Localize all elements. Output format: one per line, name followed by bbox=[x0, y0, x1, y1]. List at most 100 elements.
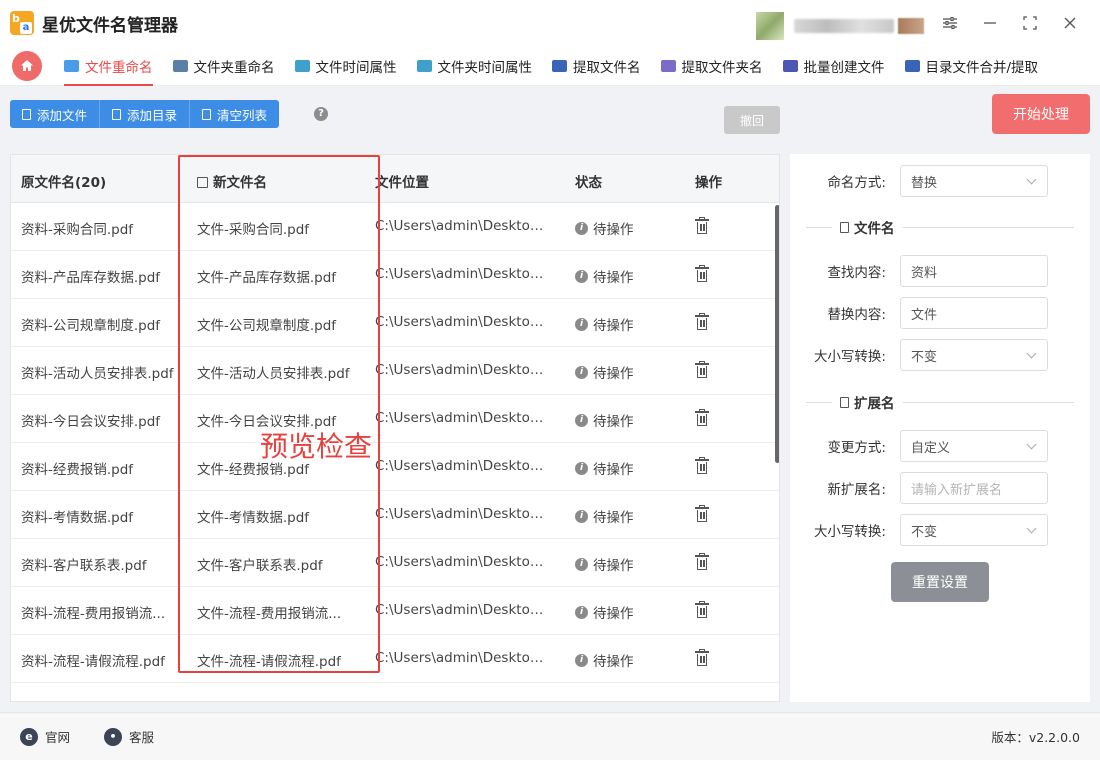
customer-service-link[interactable]: • 客服 bbox=[104, 727, 154, 746]
change-mode-label: 变更方式: bbox=[827, 440, 886, 456]
tab-2[interactable]: 文件时间属性 bbox=[285, 46, 407, 86]
ext-case-row: 大小写转换: 不变 bbox=[790, 514, 1090, 546]
file-path: C:\Users\admin\Desktop\... bbox=[375, 218, 545, 234]
header-new-name[interactable]: 新文件名 bbox=[197, 171, 379, 191]
home-icon bbox=[21, 60, 33, 71]
status-bar: e 官网 • 客服 版本：v2.2.0.0 bbox=[0, 712, 1100, 760]
table-row[interactable]: 资料-采购合同.pdf 文件-采购合同.pdf C:\Users\admin\Des… bbox=[11, 203, 779, 251]
status: i 待操作 bbox=[575, 266, 634, 286]
new-name: 文件-采购合同.pdf bbox=[197, 222, 310, 238]
delete-button[interactable] bbox=[695, 265, 709, 282]
info-icon: i bbox=[575, 653, 588, 667]
file-path: C:\Users\admin\Desktop\... bbox=[375, 410, 545, 426]
settings-sliders-icon[interactable] bbox=[930, 10, 970, 36]
start-process-button[interactable]: 开始处理 bbox=[992, 94, 1090, 134]
delete-button[interactable] bbox=[695, 649, 709, 666]
trash-icon bbox=[695, 601, 709, 618]
help-icon[interactable]: ? bbox=[314, 107, 328, 121]
original-name: 资料-公司规章制度.pdf bbox=[21, 318, 161, 334]
table-row[interactable]: 资料-今日会议安排.pdf 文件-今日会议安排.pdf C:\Users\admin… bbox=[11, 395, 779, 443]
file-path: C:\Users\admin\Desktop\... bbox=[375, 266, 545, 282]
table-row[interactable]: 资料-客户联系表.pdf 文件-客户联系表.pdf C:\Users\admin\D… bbox=[11, 539, 779, 587]
reset-settings-button[interactable]: 重置设置 bbox=[891, 562, 989, 602]
table-row[interactable]: 资料-流程-费用报销流... 文件-流程-费用报销流... C:\Users\adm… bbox=[11, 587, 779, 635]
table-row[interactable]: 资料-经费报销.pdf 文件-经费报销.pdf C:\Users\admin\Des… bbox=[11, 443, 779, 491]
chevron-down-icon bbox=[1026, 348, 1037, 359]
original-name: 资料-经费报销.pdf bbox=[21, 462, 134, 478]
new-name: 文件-产品库存数据.pdf bbox=[197, 270, 337, 286]
clear-list-button[interactable]: 清空列表 bbox=[190, 100, 280, 128]
table-row[interactable]: 资料-活动人员安排表.pdf 文件-活动人员安排表.pdf C:\Users\adm… bbox=[11, 347, 779, 395]
website-link[interactable]: e 官网 bbox=[20, 727, 70, 746]
change-mode-row: 变更方式: 自定义 bbox=[790, 430, 1090, 462]
naming-mode-label: 命名方式: bbox=[827, 175, 886, 191]
case-select[interactable]: 不变 bbox=[900, 339, 1048, 371]
maximize-button[interactable] bbox=[1010, 10, 1050, 36]
add-file-button[interactable]: 添加文件 bbox=[10, 100, 101, 128]
find-input[interactable]: 资料 bbox=[900, 255, 1048, 287]
change-mode-select[interactable]: 自定义 bbox=[900, 430, 1048, 462]
new-extension-input[interactable]: 请输入新扩展名 bbox=[900, 472, 1048, 504]
delete-button[interactable] bbox=[695, 361, 709, 378]
tab-icon bbox=[294, 59, 310, 72]
tab-3[interactable]: 文件夹时间属性 bbox=[407, 46, 543, 86]
trash-icon bbox=[695, 313, 709, 330]
close-button[interactable] bbox=[1050, 10, 1090, 36]
trash-icon bbox=[695, 553, 709, 570]
status: i 待操作 bbox=[575, 218, 634, 238]
delete-button[interactable] bbox=[695, 505, 709, 522]
table-row[interactable]: 资料-流程-请假流程.pdf 文件-流程-请假流程.pdf C:\Users\adm… bbox=[11, 635, 779, 683]
chevron-down-icon bbox=[1026, 523, 1037, 534]
settings-panel: 命名方式: 替换 文件名 查找内容: 资料 替换内容: 文件 大小写转换: 不变… bbox=[790, 154, 1090, 702]
file-path: C:\Users\admin\Desktop\... bbox=[375, 458, 545, 474]
file-path: C:\Users\admin\Desktop\... bbox=[375, 554, 545, 570]
original-name: 资料-活动人员安排表.pdf bbox=[21, 366, 174, 382]
tab-0[interactable]: 文件重命名 bbox=[54, 46, 163, 86]
annotation-preview-label: 预览检查 bbox=[260, 430, 373, 463]
trash-icon bbox=[695, 217, 709, 234]
add-directory-button[interactable]: 添加目录 bbox=[100, 100, 191, 128]
ext-case-select[interactable]: 不变 bbox=[900, 514, 1048, 546]
tab-5[interactable]: 提取文件夹名 bbox=[651, 46, 773, 86]
table-row[interactable]: 资料-产品库存数据.pdf 文件-产品库存数据.pdf C:\Users\admin… bbox=[11, 251, 779, 299]
delete-button[interactable] bbox=[695, 457, 709, 474]
undo-button[interactable]: 撤回 bbox=[724, 106, 780, 134]
tab-4[interactable]: 提取文件名 bbox=[542, 46, 651, 86]
trash-icon bbox=[695, 409, 709, 426]
info-icon: i bbox=[575, 365, 588, 379]
tab-6[interactable]: 批量创建文件 bbox=[773, 46, 895, 86]
delete-button[interactable] bbox=[695, 409, 709, 426]
original-name: 资料-采购合同.pdf bbox=[21, 222, 134, 238]
minimize-button[interactable] bbox=[970, 10, 1010, 36]
delete-button[interactable] bbox=[695, 217, 709, 234]
user-area[interactable] bbox=[756, 12, 924, 40]
tab-1[interactable]: 文件夹重命名 bbox=[163, 46, 285, 86]
tab-icon bbox=[172, 59, 188, 72]
home-button[interactable] bbox=[12, 50, 42, 81]
replace-row: 替换内容: 文件 bbox=[790, 297, 1090, 329]
replace-input[interactable]: 文件 bbox=[900, 297, 1048, 329]
case-label: 大小写转换: bbox=[813, 349, 886, 365]
avatar[interactable] bbox=[756, 12, 784, 40]
delete-button[interactable] bbox=[695, 313, 709, 330]
tab-icon bbox=[782, 59, 798, 72]
header-original-name[interactable]: 原文件名(20) bbox=[21, 171, 183, 191]
table-scrollbar[interactable] bbox=[775, 205, 779, 463]
trash-icon bbox=[202, 108, 212, 120]
trash-icon bbox=[695, 649, 709, 666]
table-row[interactable]: 资料-公司规章制度.pdf 文件-公司规章制度.pdf C:\Users\admin… bbox=[11, 299, 779, 347]
new-name: 文件-流程-请假流程.pdf bbox=[197, 654, 341, 670]
tab-7[interactable]: 目录文件合并/提取 bbox=[895, 46, 1049, 86]
trash-icon bbox=[695, 505, 709, 522]
naming-mode-row: 命名方式: 替换 bbox=[790, 165, 1090, 197]
original-name: 资料-客户联系表.pdf bbox=[21, 558, 147, 574]
table-row[interactable]: 资料-考情数据.pdf 文件-考情数据.pdf C:\Users\admin\Des… bbox=[11, 491, 779, 539]
info-icon: i bbox=[575, 461, 588, 475]
version-label: 版本：v2.2.0.0 bbox=[991, 730, 1080, 745]
delete-button[interactable] bbox=[695, 601, 709, 618]
username-redacted bbox=[794, 19, 894, 33]
tab-list: 文件重命名 文件夹重命名 文件时间属性 文件夹时间属性 提取文件名 提取文件夹名 批量创建文… bbox=[54, 46, 1048, 86]
delete-button[interactable] bbox=[695, 553, 709, 570]
naming-mode-select[interactable]: 替换 bbox=[900, 165, 1048, 197]
file-toolbar: 添加文件 添加目录 清空列表 bbox=[10, 100, 280, 128]
